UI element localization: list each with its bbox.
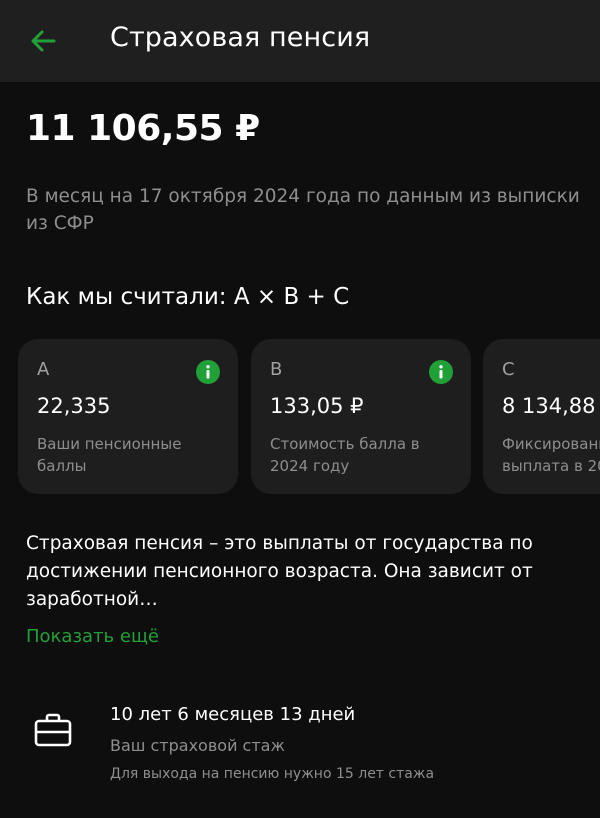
card-c[interactable]: C 8 134,88 ₽ Фиксированная выплата в 202…: [483, 339, 600, 494]
card-value: 133,05 ₽: [270, 394, 364, 418]
insurance-experience-value: 10 лет 6 месяцев 13 дней: [110, 704, 356, 725]
pension-description: Страховая пенсия – это выплаты от госуда…: [26, 533, 533, 610]
retirement-requirement-note: Для выхода на пенсию нужно 15 лет стажа: [110, 766, 435, 782]
card-letter: B: [270, 359, 283, 380]
info-icon[interactable]: [196, 360, 220, 384]
page-title: Страховая пенсия: [110, 22, 371, 53]
card-description: Фиксированная выплата в 2024 году: [502, 435, 600, 475]
formula-title: Как мы считали: A × B + C: [26, 284, 350, 310]
briefcase-icon: [34, 713, 72, 747]
card-b[interactable]: B 133,05 ₽ Стоимость балла в 2024 году: [251, 339, 471, 494]
info-icon[interactable]: [429, 360, 453, 384]
card-value: 8 134,88 ₽: [502, 394, 600, 418]
card-a[interactable]: A 22,335 Ваши пенсионные баллы: [18, 339, 238, 494]
insurance-experience-label: Ваш страховой стаж: [110, 736, 285, 755]
card-value: 22,335: [37, 394, 111, 418]
pension-amount: 11 106,55 ₽: [26, 108, 260, 149]
pension-subtitle: В месяц на 17 октября 2024 года по данны…: [26, 186, 580, 234]
formula-cards[interactable]: A 22,335 Ваши пенсионные баллы B 133,05 …: [18, 339, 600, 494]
arrow-left-icon[interactable]: [26, 24, 60, 58]
top-bar: Страховая пенсия: [0, 0, 600, 82]
show-more-link[interactable]: Показать ещё: [26, 626, 159, 647]
card-description: Стоимость балла в 2024 году: [270, 435, 420, 475]
card-letter: C: [502, 359, 515, 380]
card-letter: A: [37, 359, 50, 380]
card-description: Ваши пенсионные баллы: [37, 435, 182, 475]
